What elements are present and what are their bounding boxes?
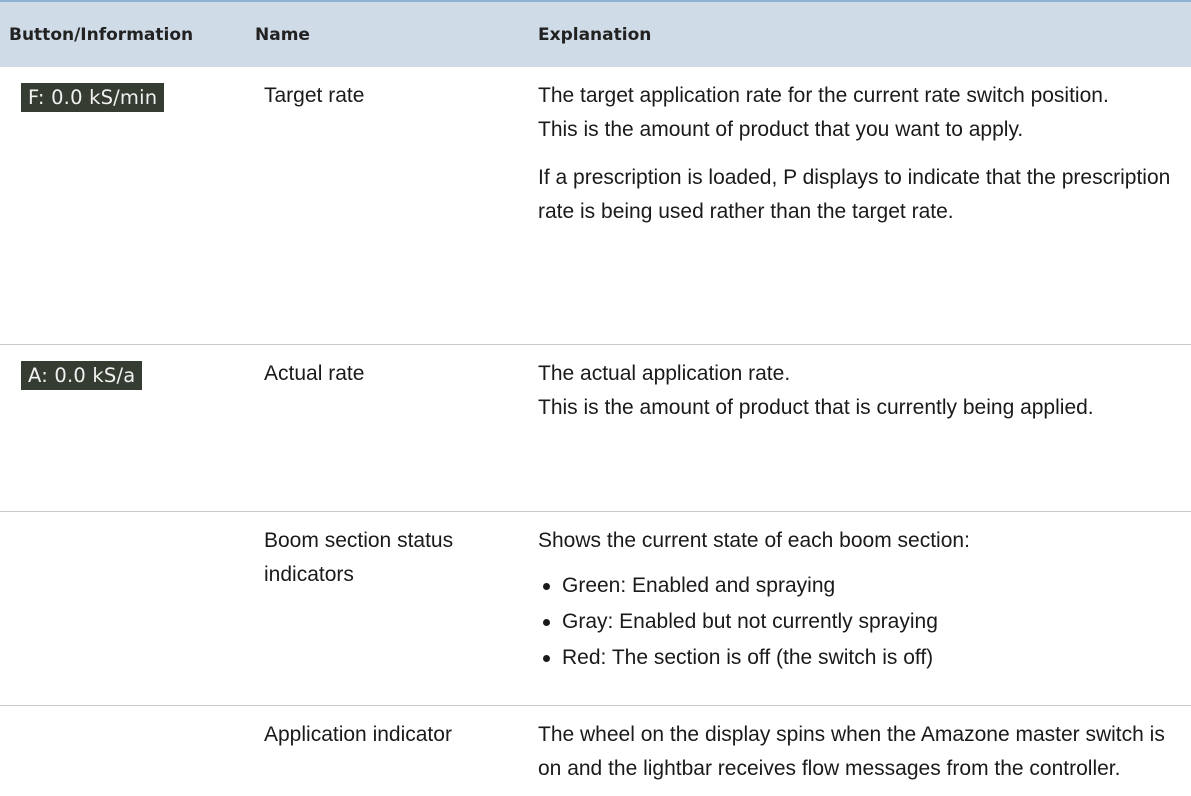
button-cell: F: 0.0 kS/min [0, 67, 255, 345]
explanation-text: The actual application rate. [538, 357, 1191, 391]
explanation-text: This is the amount of product that you w… [538, 113, 1191, 147]
name-cell: Application indicator [255, 706, 530, 796]
explanation-cell: The wheel on the display spins when the … [530, 706, 1191, 796]
explanation-text: The target application rate for the curr… [538, 79, 1191, 113]
bullet-icon [543, 655, 550, 662]
list-item: Gray: Enabled but not currently spraying [538, 604, 1191, 640]
explanation-text: This is the amount of product that is cu… [538, 391, 1191, 425]
reference-table: Button/Information Name Explanation F: 0… [0, 0, 1191, 796]
explanation-cell: The actual application rate. This is the… [530, 345, 1191, 512]
list-item-text: Green: Enabled and spraying [562, 574, 835, 597]
name-cell: Actual rate [255, 345, 530, 512]
list-item-text: Red: The section is off (the switch is o… [562, 646, 933, 669]
header-name: Name [255, 1, 530, 67]
button-cell [0, 512, 255, 706]
target-rate-badge: F: 0.0 kS/min [21, 83, 164, 112]
bullet-icon [543, 619, 550, 626]
name-cell: Boom section status indicators [255, 512, 530, 706]
table-row-boom-section-status: Boom section status indicators Shows the… [0, 512, 1191, 706]
list-item: Green: Enabled and spraying [538, 568, 1191, 604]
name-cell: Target rate [255, 67, 530, 345]
actual-rate-badge: A: 0.0 kS/a [21, 361, 142, 390]
explanation-text: If a prescription is loaded, P displays … [538, 161, 1191, 229]
bullet-icon [543, 583, 550, 590]
header-button-information: Button/Information [0, 1, 255, 67]
table-header-row: Button/Information Name Explanation [0, 1, 1191, 67]
header-explanation: Explanation [530, 1, 1191, 67]
list-item: Red: The section is off (the switch is o… [538, 640, 1191, 676]
explanation-text: Shows the current state of each boom sec… [538, 524, 1191, 558]
explanation-cell: Shows the current state of each boom sec… [530, 512, 1191, 706]
table-row-application-indicator: Application indicator The wheel on the d… [0, 706, 1191, 796]
button-cell: A: 0.0 kS/a [0, 345, 255, 512]
list-item-text: Gray: Enabled but not currently spraying [562, 610, 938, 633]
button-cell [0, 706, 255, 796]
explanation-text: The wheel on the display spins when the … [538, 718, 1191, 786]
table-row-target-rate: F: 0.0 kS/min Target rate The target app… [0, 67, 1191, 345]
status-list: Green: Enabled and spraying Gray: Enable… [538, 568, 1191, 676]
table-row-actual-rate: A: 0.0 kS/a Actual rate The actual appli… [0, 345, 1191, 512]
explanation-cell: The target application rate for the curr… [530, 67, 1191, 345]
